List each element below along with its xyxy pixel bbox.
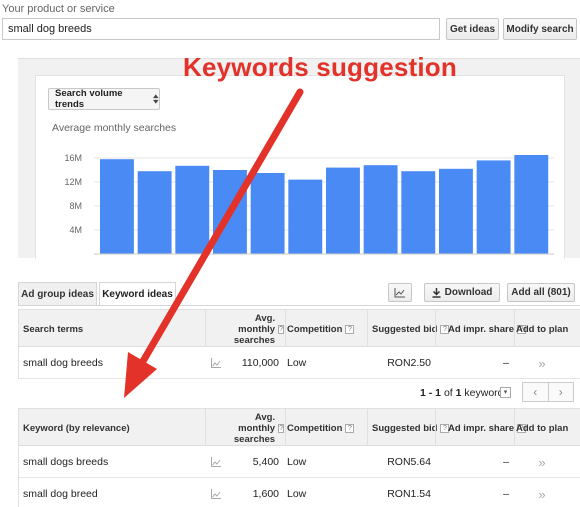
table-row: small dog breeds 110,000 Low RON2.50 – » (19, 347, 580, 379)
competition-cell: Low (287, 488, 307, 500)
y-tick-label: 8M (69, 201, 82, 211)
term-cell: small dog breed (23, 488, 98, 500)
header-avg-monthly-label: Avg. monthly searches (233, 411, 276, 445)
header-ad-impr-share-label: Ad impr. share (448, 422, 514, 434)
trend-sparkline-icon[interactable] (211, 489, 221, 499)
tabs-divider (18, 305, 580, 306)
help-icon[interactable]: ? (345, 324, 355, 334)
chart-bar[interactable] (213, 170, 247, 254)
download-icon (432, 287, 441, 298)
competition-cell: Low (287, 456, 307, 468)
impr-share-cell: – (503, 488, 509, 500)
keyword-table-header: Keyword (by relevance) Avg. monthly sear… (19, 408, 580, 447)
chart-bar[interactable] (288, 179, 323, 254)
header-suggested-bid-label: Suggested bid (372, 323, 438, 335)
chart-bar[interactable] (514, 155, 549, 254)
header-competition[interactable]: Competition ? (287, 310, 355, 348)
header-suggested-bid[interactable]: Suggested bid ? (372, 310, 450, 348)
bid-cell: RON2.50 (387, 357, 431, 369)
chart-box: Search volume trends Average monthly sea… (35, 75, 565, 259)
y-tick-label: 4M (69, 225, 82, 235)
product-label: Your product or service (2, 3, 115, 15)
chart-bar[interactable] (100, 159, 134, 254)
get-ideas-button[interactable]: Get ideas (446, 18, 499, 40)
avg-searches-cell: 110,000 (241, 357, 279, 369)
header-ad-impr-share-label: Ad impr. share (448, 323, 514, 335)
trend-panel: Search volume trends Average monthly sea… (18, 58, 580, 259)
chart-bar[interactable] (137, 171, 172, 254)
pagination-nav: ‹ › (522, 382, 574, 402)
keyword-table: Keyword (by relevance) Avg. monthly sear… (18, 408, 580, 507)
next-page-button[interactable]: › (549, 383, 574, 401)
impr-share-cell: – (503, 456, 509, 468)
annotation-text: Keywords suggestion (183, 52, 457, 82)
header-avg-monthly-label: Avg. monthly searches (233, 312, 276, 346)
term-cell: small dog breeds (23, 357, 103, 369)
add-to-plan-button[interactable]: » (535, 478, 549, 507)
add-to-plan-button[interactable]: » (535, 347, 549, 379)
competition-cell: Low (287, 357, 307, 369)
search-terms-header: Search terms Avg. monthly searches ? Com… (19, 309, 580, 348)
table-row: small dog breed 1,600 Low RON1.54 – » (19, 478, 580, 507)
help-icon[interactable]: ? (278, 423, 284, 433)
chart-bar[interactable] (250, 173, 285, 254)
product-search-input[interactable] (2, 18, 440, 40)
prev-page-button[interactable]: ‹ (523, 383, 549, 401)
bid-cell: RON1.54 (387, 488, 431, 500)
header-competition-label: Competition (287, 422, 343, 434)
trend-sparkline-icon[interactable] (211, 358, 221, 368)
add-to-plan-button[interactable]: » (535, 446, 549, 478)
chart-bar[interactable] (175, 165, 210, 254)
header-add-to-plan: Add to plan (516, 323, 569, 335)
pagination: 1 - 1 of 1 keywords ▾ ‹ › (18, 380, 580, 406)
pagination-range: 1 - 1 (420, 387, 442, 399)
chart-bar[interactable] (363, 165, 398, 254)
header-competition[interactable]: Competition ? (287, 409, 355, 447)
header-suggested-bid[interactable]: Suggested bid ? (372, 409, 450, 447)
search-terms-table: Search terms Avg. monthly searches ? Com… (18, 309, 580, 379)
table-row: small dogs breeds 5,400 Low RON5.64 – » (19, 446, 580, 478)
trend-sparkline-icon[interactable] (211, 457, 221, 467)
header-keyword[interactable]: Keyword (by relevance) (23, 409, 130, 447)
term-cell: small dogs breeds (23, 456, 109, 468)
bid-cell: RON5.64 (387, 456, 431, 468)
y-tick-label: 12M (64, 177, 82, 187)
impr-share-cell: – (503, 357, 509, 369)
pagination-of: of (443, 387, 453, 399)
chart-bar[interactable] (401, 171, 436, 254)
help-icon[interactable]: ? (278, 324, 284, 334)
avg-searches-cell: 5,400 (252, 456, 279, 468)
chart-bar[interactable] (439, 168, 473, 254)
line-chart-icon (394, 287, 405, 297)
download-label: Download (444, 287, 493, 298)
header-avg-monthly[interactable]: Avg. monthly searches ? (224, 310, 284, 348)
avg-searches-cell: 1,600 (252, 488, 279, 500)
header-suggested-bid-label: Suggested bid (372, 422, 438, 434)
header-avg-monthly[interactable]: Avg. monthly searches ? (224, 409, 284, 447)
y-tick-label: 16M (64, 153, 82, 163)
search-volume-chart: 4M8M12M16MJan 2014AprJulDec 2014 (64, 153, 554, 255)
header-search-terms[interactable]: Search terms (23, 310, 83, 348)
tab-keyword-ideas[interactable]: Keyword ideas (99, 282, 176, 306)
add-all-button[interactable]: Add all (801) (507, 283, 575, 302)
page-size-dropdown[interactable]: ▾ (500, 387, 511, 398)
modify-search-button[interactable]: Modify search (503, 18, 577, 40)
chart-bar[interactable] (476, 160, 511, 254)
tab-ad-group-ideas[interactable]: Ad group ideas (18, 282, 97, 306)
pagination-total: 1 (455, 387, 462, 399)
header-add-to-plan: Add to plan (516, 422, 569, 434)
help-icon[interactable]: ? (345, 423, 355, 433)
pagination-text: 1 - 1 of 1 keywords (420, 387, 509, 399)
chart-bar[interactable] (326, 167, 360, 254)
chart-toggle-button[interactable] (388, 283, 412, 302)
header-competition-label: Competition (287, 323, 343, 335)
download-button[interactable]: Download (424, 283, 500, 302)
